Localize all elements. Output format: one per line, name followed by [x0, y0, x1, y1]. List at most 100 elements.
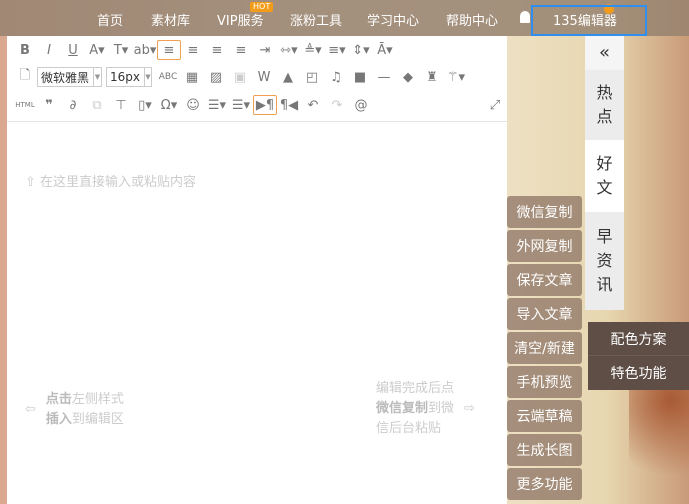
long-image-button[interactable]: 生成长图	[507, 434, 582, 466]
special-features-item[interactable]: 特色功能	[588, 356, 689, 390]
redo-icon[interactable]: ↷	[325, 95, 349, 115]
highlight-color-icon[interactable]: ab▾	[133, 40, 157, 60]
quote-icon[interactable]: ❞	[37, 95, 61, 115]
tab-label: 资	[596, 251, 613, 270]
emoji-icon[interactable]: ☺	[181, 95, 205, 115]
special-char-icon[interactable]: Ω▾	[157, 95, 181, 115]
arrow-left-icon: ⇦	[25, 402, 36, 417]
search-replace-icon[interactable]: @	[349, 95, 373, 115]
rtl-icon[interactable]: ¶◀	[277, 95, 301, 115]
letter-spacing-icon[interactable]: Ā▾	[373, 40, 397, 60]
font-size-value: 16px	[110, 70, 140, 84]
align-right-icon[interactable]: ≡	[205, 40, 229, 60]
arrow-right-icon: ⇨	[464, 401, 475, 416]
bell-icon[interactable]	[520, 11, 530, 23]
font-family-value: 微软雅黑	[41, 70, 90, 85]
align-justify-icon[interactable]: ≡	[229, 40, 253, 60]
hint-left-bold: 点击	[45, 392, 72, 407]
hint-left-text: 到编辑区	[71, 412, 124, 427]
tab-label: 点	[596, 107, 613, 126]
tab-label: 早	[596, 227, 613, 246]
tab-hot[interactable]: 热点	[585, 70, 624, 140]
hint-right-text: 信后台粘贴	[376, 421, 442, 436]
spacing-top-icon[interactable]: ≜▾	[301, 40, 325, 60]
hint-left: ⇦ 点击左侧样式 插入到编辑区	[25, 390, 124, 430]
nav-materials[interactable]: 素材库	[151, 10, 190, 29]
side-tabs: « 热点 好文 早资讯	[585, 36, 624, 310]
font-size-select[interactable]: 16px ▼	[106, 67, 152, 87]
undo-icon[interactable]: ↶	[301, 95, 325, 115]
chevron-down-icon: ▼	[144, 68, 151, 86]
fullscreen-icon[interactable]: ⤢	[483, 95, 507, 115]
external-copy-button[interactable]: 外网复制	[507, 230, 582, 262]
table-icon[interactable]: ▦	[180, 67, 204, 87]
top-nav: 首页 素材库 VIP服务 HOT 涨粉工具 学习中心 帮助中心 135编辑器	[0, 0, 689, 36]
hint-right-text: 编辑完成后点	[376, 381, 455, 396]
spellcheck-icon[interactable]: ABC	[156, 67, 180, 87]
unordered-list-icon[interactable]: ☰▾	[229, 95, 253, 115]
video-icon[interactable]: ■	[348, 67, 372, 87]
import-article-button[interactable]: 导入文章	[507, 298, 582, 330]
spacing-bottom-icon[interactable]: ≡▾	[325, 40, 349, 60]
ordered-list-icon[interactable]: ☰▾	[205, 95, 229, 115]
cloud-draft-button[interactable]: 云端草稿	[507, 400, 582, 432]
margin-icon[interactable]: ⇿▾	[277, 40, 301, 60]
hint-right-text: 到微	[428, 401, 455, 416]
more-features-button[interactable]: 更多功能	[507, 468, 582, 500]
hint-right: 编辑完成后点 微信复制到微 信后台粘贴 ⇨	[376, 379, 475, 439]
tab-label: 文	[596, 178, 613, 197]
collapse-button[interactable]: «	[585, 36, 624, 70]
tab-morning-news[interactable]: 早资讯	[585, 212, 624, 310]
multi-image-icon[interactable]: ◰	[300, 67, 324, 87]
template-icon[interactable]: ⊤	[109, 95, 133, 115]
nav-growth-tools[interactable]: 涨粉工具	[290, 10, 342, 29]
background-icon[interactable]: ▯▾	[133, 95, 157, 115]
align-center-icon[interactable]: ≡	[181, 40, 205, 60]
editor-panel: B I U A▾ T▾ ab▾ ≡ ≡ ≡ ≡ ⇥ ⇿▾ ≜▾ ≡▾ ⇕▾ Ā▾…	[7, 36, 507, 504]
link-icon[interactable]: ∂	[61, 95, 85, 115]
feature-popup: 配色方案 特色功能	[588, 322, 689, 390]
wechat-copy-button[interactable]: 微信复制	[507, 196, 582, 228]
eraser-icon[interactable]: ◆	[396, 67, 420, 87]
clear-new-button[interactable]: 清空/新建	[507, 332, 582, 364]
word-import-icon[interactable]: W	[252, 67, 276, 87]
action-buttons: 微信复制 外网复制 保存文章 导入文章 清空/新建 手机预览 云端草稿 生成长图…	[507, 196, 582, 502]
underline-icon[interactable]: U	[61, 40, 85, 60]
save-article-button[interactable]: 保存文章	[507, 264, 582, 296]
unlink-icon[interactable]: ⧉	[85, 95, 109, 115]
nav-help[interactable]: 帮助中心	[446, 10, 498, 29]
nav-vip[interactable]: VIP服务	[217, 10, 264, 29]
tab-good-articles[interactable]: 好文	[585, 140, 624, 212]
font-family-select[interactable]: 微软雅黑 ▼	[37, 67, 102, 87]
arrow-up-icon: ⇧	[25, 175, 41, 190]
tab-label: 讯	[596, 275, 613, 294]
hint-left-text: 左侧样式	[71, 392, 124, 407]
nav-home[interactable]: 首页	[97, 10, 123, 29]
tab-label: 好	[596, 154, 613, 173]
new-doc-icon[interactable]: 🗋	[13, 67, 37, 87]
indent-icon[interactable]: ⇥	[253, 40, 277, 60]
html-icon[interactable]: HTML	[13, 95, 37, 115]
hint-right-bold: 微信复制	[376, 401, 429, 416]
nav-learning[interactable]: 学习中心	[367, 10, 419, 29]
highlight-box	[531, 5, 647, 36]
italic-icon[interactable]: I	[37, 40, 61, 60]
line-height-icon[interactable]: ⇕▾	[349, 40, 373, 60]
chart-icon[interactable]: ▨	[204, 67, 228, 87]
color-scheme-item[interactable]: 配色方案	[588, 322, 689, 356]
magic-wand-icon[interactable]: ⚚▾	[444, 67, 468, 87]
word-image-icon[interactable]: ▣	[228, 67, 252, 87]
mobile-preview-button[interactable]: 手机预览	[507, 366, 582, 398]
ltr-icon[interactable]: ▶¶	[253, 95, 277, 115]
horizontal-rule-icon[interactable]: —	[372, 67, 396, 87]
toolbar: B I U A▾ T▾ ab▾ ≡ ≡ ≡ ≡ ⇥ ⇿▾ ≜▾ ≡▾ ⇕▾ Ā▾…	[7, 36, 507, 122]
font-color-icon[interactable]: A▾	[85, 40, 109, 60]
text-style-icon[interactable]: T▾	[109, 40, 133, 60]
image-icon[interactable]: ▲	[276, 67, 300, 87]
hint-left-bold: 插入	[45, 412, 72, 427]
align-left-icon[interactable]: ≡	[157, 40, 181, 60]
chevron-down-icon: ▼	[93, 68, 101, 86]
music-icon[interactable]: ♫	[324, 67, 348, 87]
bold-icon[interactable]: B	[13, 40, 37, 60]
format-brush-icon[interactable]: ♜	[420, 67, 444, 87]
